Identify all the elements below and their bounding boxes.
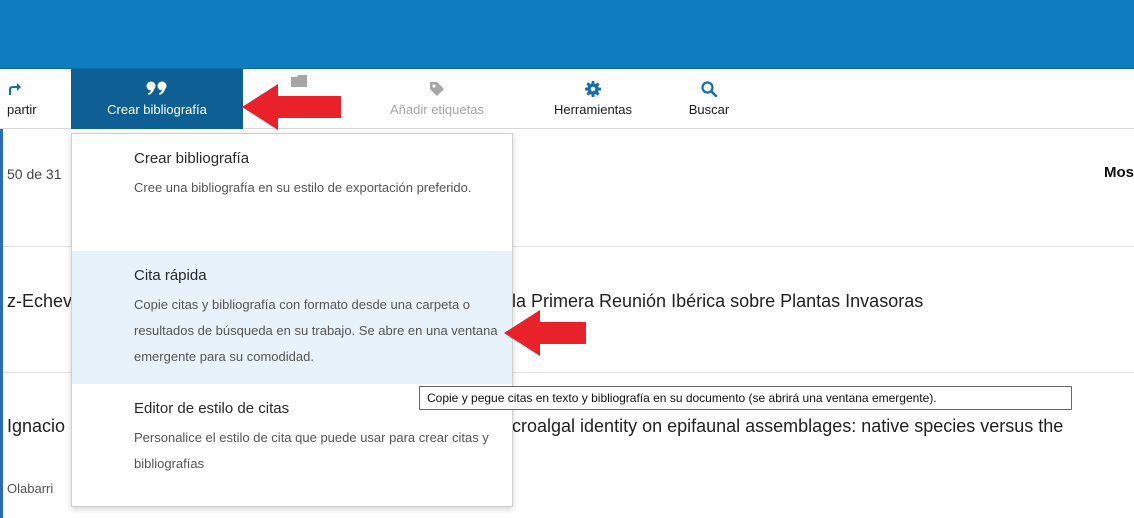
- tooltip: Copie y pegue citas en texto y bibliogra…: [419, 386, 1072, 410]
- share-icon: [7, 81, 21, 97]
- search-label: Buscar: [688, 102, 730, 117]
- tag-icon: [429, 81, 445, 97]
- result-title[interactable]: croalgal identity on epifaunal assemblag…: [512, 416, 1063, 437]
- crear-bibliografia-menu: Crear bibliografía Cree una bibliografía…: [71, 133, 513, 507]
- menu-item-title: Crear bibliografía: [134, 150, 250, 167]
- toolbar: partir Crear bibliografía Añadir etiquet…: [0, 69, 1134, 129]
- quote-icon: [146, 81, 168, 97]
- crear-bibliografia-button[interactable]: Crear bibliografía: [71, 69, 243, 129]
- result-subtext: Olabarri: [7, 481, 54, 496]
- header-bar: [0, 0, 1134, 69]
- tools-button[interactable]: Herramientas: [535, 69, 651, 129]
- annotation-arrow-icon: [242, 84, 341, 130]
- menu-item-crear-bibliografia[interactable]: Crear bibliografía Cree una bibliografía…: [72, 134, 512, 251]
- menu-item-cita-rapida[interactable]: Cita rápida Copie citas y bibliografía c…: [72, 251, 512, 384]
- annotation-arrow-icon: [504, 310, 586, 356]
- share-button[interactable]: partir: [0, 69, 62, 129]
- menu-item-desc: Copie citas y bibliografía con formato d…: [134, 297, 498, 364]
- menu-item-title: Cita rápida: [134, 267, 207, 284]
- crear-label: Crear bibliografía: [107, 102, 207, 117]
- search-icon: [701, 81, 717, 97]
- search-button[interactable]: Buscar: [681, 69, 737, 129]
- result-author[interactable]: Ignacio: [7, 416, 65, 437]
- result-count: 50 de 31: [7, 166, 62, 182]
- add-tags-button[interactable]: Añadir etiquetas: [367, 69, 507, 129]
- menu-item-desc: Personalice el estilo de cita que puede …: [134, 430, 489, 471]
- tools-label: Herramientas: [553, 102, 633, 117]
- gear-icon: [585, 81, 601, 97]
- tags-label: Añadir etiquetas: [390, 102, 484, 117]
- show-label: Mos: [1104, 164, 1134, 181]
- share-label: partir: [7, 102, 37, 117]
- result-author[interactable]: z-Echev: [7, 291, 72, 312]
- menu-item-desc: Cree una bibliografía en su estilo de ex…: [134, 180, 472, 195]
